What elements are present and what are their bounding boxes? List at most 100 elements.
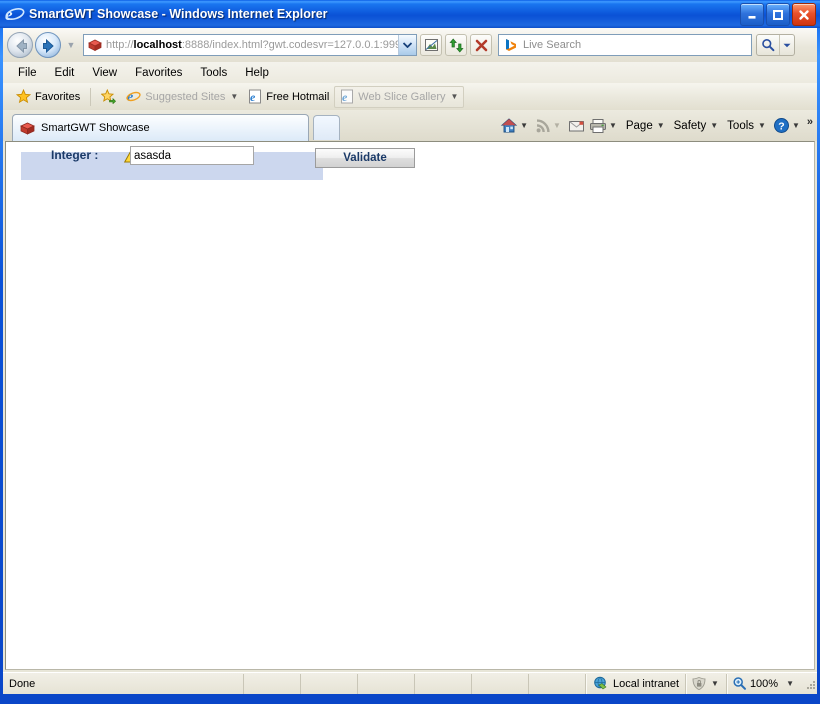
stop-icon[interactable] [470,34,492,56]
window-controls [740,3,816,26]
zoom-control[interactable]: 100% ▼ [728,676,801,691]
help-icon: ? [773,118,789,133]
chevron-down-icon[interactable]: ▼ [711,679,719,688]
chevron-down-icon[interactable]: ▼ [792,121,800,130]
maximize-button[interactable] [766,3,790,26]
status-cell [356,673,414,694]
svg-text:e: e [342,90,348,104]
resize-grip[interactable] [803,677,817,691]
security-zone-label: Local intranet [612,677,680,690]
address-bar-url: http://localhost:8888/index.html?gwt.cod… [106,39,398,51]
search-provider-dropdown-icon[interactable] [779,35,794,55]
title-bar: e SmartGWT Showcase - Windows Internet E… [0,0,820,28]
command-bar: ▼ ▼ ▼ Page ▼ Safety ▼ Tools ▼ ? ▼ » [498,110,813,141]
chevron-down-icon[interactable]: ▼ [710,121,718,130]
forward-button[interactable] [35,32,61,58]
status-cell [242,673,300,694]
read-mail-button[interactable] [566,115,587,137]
search-go-group [756,34,795,56]
protected-mode-indicator[interactable]: ▼ [687,676,726,691]
recent-pages-dropdown-icon[interactable]: ▼ [64,40,78,50]
status-cell [470,673,528,694]
tab-label: SmartGWT Showcase [41,122,150,134]
chevron-down-icon[interactable]: ▼ [520,121,528,130]
tab-smartgwt-showcase[interactable]: SmartGWT Showcase [12,114,309,141]
tools-menu-button[interactable]: Tools ▼ [723,115,771,137]
chevron-down-icon[interactable]: ▼ [657,121,665,130]
svg-text:?: ? [778,120,784,132]
smartgwt-favicon-icon [87,38,103,52]
rss-feed-icon [536,118,550,132]
url-protocol: http:// [106,39,134,51]
integer-input[interactable] [130,146,254,165]
favorites-center-button[interactable]: Favorites [11,87,85,107]
menu-bar: File Edit View Favorites Tools Help [3,62,817,84]
favorites-separator [90,87,92,106]
add-to-favorites-bar-button[interactable] [96,87,121,107]
favorites-item-label: Suggested Sites [145,90,226,103]
star-icon [16,89,31,104]
page-menu-label: Page [625,119,653,132]
safety-menu-label: Safety [673,119,707,132]
address-dropdown-icon[interactable] [398,35,416,55]
status-bar: Done Local intranet ▼ 100% ▼ [3,672,817,694]
menu-item-help[interactable]: Help [236,65,278,81]
zoom-magnifier-icon [733,677,746,690]
security-zone-indicator[interactable]: Local intranet [587,676,685,691]
minimize-button[interactable] [740,3,764,26]
menu-item-edit[interactable]: Edit [46,65,84,81]
window-title: SmartGWT Showcase - Windows Internet Exp… [29,7,328,21]
search-submit-icon[interactable] [757,35,779,55]
home-button[interactable]: ▼ [498,115,533,137]
internet-explorer-icon: e [126,89,141,104]
url-host: localhost [133,39,182,51]
favorites-item-label: Web Slice Gallery [358,90,446,103]
menu-item-file[interactable]: File [9,65,46,81]
favorites-item-free-hotmail[interactable]: e Free Hotmail [243,87,334,107]
compatibility-view-icon[interactable] [420,34,442,56]
safety-menu-button[interactable]: Safety ▼ [670,115,724,137]
chevron-down-icon[interactable]: ▼ [786,679,794,688]
favorites-bar: Favorites e Suggested Sites ▼ e Free Hot… [3,83,817,111]
internet-explorer-logo-icon: e [5,5,25,24]
printer-icon [589,118,606,133]
status-cell [413,673,471,694]
favorites-item-suggested-sites[interactable]: e Suggested Sites ▼ [121,87,243,107]
navigation-toolbar: ▼ http://localhost:8888/index.html?gwt.c… [3,28,817,62]
new-tab-button[interactable] [313,115,340,140]
page-content: Integer : Validate [6,142,814,669]
search-box[interactable]: Live Search [498,34,752,56]
svg-text:e: e [250,90,256,104]
favorites-item-label: Free Hotmail [266,90,330,103]
address-bar[interactable]: http://localhost:8888/index.html?gwt.cod… [83,34,417,56]
internet-shortcut-icon: e [249,89,262,104]
refresh-icon[interactable] [445,34,467,56]
command-bar-overflow-icon[interactable]: » [807,116,813,128]
favorites-label: Favorites [35,90,81,103]
menu-item-favorites[interactable]: Favorites [126,65,191,81]
mail-icon [568,120,584,131]
feeds-button[interactable]: ▼ [533,115,566,137]
tools-menu-label: Tools [727,119,755,132]
page-viewport: Integer : Validate [5,141,815,670]
chevron-down-icon[interactable]: ▼ [609,121,617,130]
close-button[interactable] [792,3,816,26]
chevron-down-icon: ▼ [553,121,561,130]
chevron-down-icon[interactable]: ▼ [758,121,766,130]
menu-item-tools[interactable]: Tools [191,65,236,81]
back-button[interactable] [7,32,33,58]
print-button[interactable]: ▼ [587,115,622,137]
status-cell [527,673,585,694]
menu-item-view[interactable]: View [83,65,126,81]
help-menu-button[interactable]: ? ▼ [771,115,805,137]
browser-window: e SmartGWT Showcase - Windows Internet E… [0,0,820,704]
validate-button[interactable]: Validate [315,148,415,168]
chevron-down-icon[interactable]: ▼ [450,92,458,101]
star-add-icon [101,89,117,104]
favorites-item-web-slice-gallery[interactable]: e Web Slice Gallery ▼ [334,85,465,108]
bing-logo-icon [503,38,519,52]
integer-field-label: Integer : [51,148,99,162]
chevron-down-icon[interactable]: ▼ [230,92,238,101]
page-menu-button[interactable]: Page ▼ [622,115,670,137]
shield-lock-icon [692,677,706,691]
